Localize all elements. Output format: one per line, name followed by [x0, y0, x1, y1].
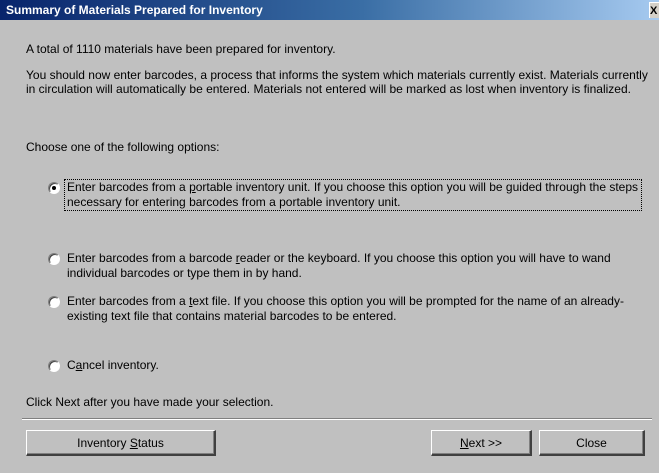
- option-cancel-inventory[interactable]: Cancel inventory.: [48, 358, 644, 374]
- option-portable-unit[interactable]: Enter barcodes from a portable inventory…: [48, 179, 644, 212]
- inventory-summary-dialog: Summary of Materials Prepared for Invent…: [0, 0, 659, 473]
- title-bar[interactable]: Summary of Materials Prepared for Invent…: [0, 0, 659, 20]
- option-label-cancel-inventory[interactable]: Cancel inventory.: [65, 358, 641, 373]
- summary-text: A total of 1110 materials have been prep…: [26, 42, 336, 56]
- window-title: Summary of Materials Prepared for Invent…: [6, 3, 263, 17]
- radio-text-file[interactable]: [48, 296, 60, 308]
- choose-prompt: Choose one of the following options:: [26, 140, 220, 154]
- option-barcode-reader[interactable]: Enter barcodes from a barcode reader or …: [48, 251, 644, 283]
- close-icon[interactable]: X: [649, 2, 659, 18]
- instructions-text: You should now enter barcodes, a process…: [26, 68, 648, 96]
- option-label-text-file[interactable]: Enter barcodes from a text file. If you …: [65, 294, 641, 324]
- separator: [22, 418, 652, 420]
- next-button[interactable]: Next >>: [431, 430, 532, 456]
- option-label-portable-unit[interactable]: Enter barcodes from a portable inventory…: [64, 179, 642, 211]
- option-text-file[interactable]: Enter barcodes from a text file. If you …: [48, 294, 644, 326]
- option-label-barcode-reader[interactable]: Enter barcodes from a barcode reader or …: [65, 251, 641, 281]
- radio-selected-dot: [52, 186, 56, 190]
- radio-barcode-reader[interactable]: [48, 253, 60, 265]
- radio-cancel-inventory[interactable]: [48, 360, 60, 372]
- inventory-status-button[interactable]: Inventory Status: [26, 430, 216, 456]
- footer-instruction: Click Next after you have made your sele…: [26, 395, 274, 409]
- close-button[interactable]: Close: [539, 430, 645, 456]
- radio-portable-unit[interactable]: [48, 182, 60, 194]
